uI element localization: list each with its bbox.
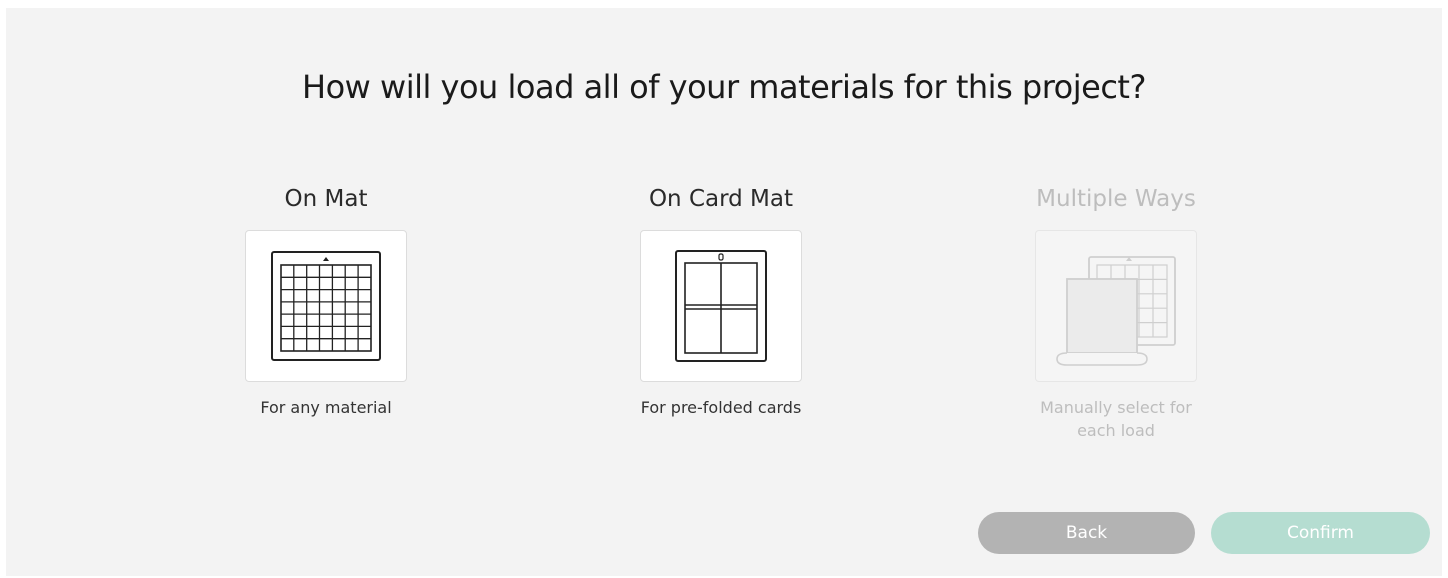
option-description: For any material xyxy=(260,398,392,417)
option-card-multiple-ways xyxy=(1035,230,1197,382)
dialog-title: How will you load all of your materials … xyxy=(302,68,1146,106)
confirm-button[interactable]: Confirm xyxy=(1211,512,1430,554)
option-multiple-ways: Multiple Ways Manually select for each l… xyxy=(966,183,1266,442)
option-description: Manually select for each load xyxy=(1040,398,1192,440)
option-title: Multiple Ways xyxy=(1036,186,1196,212)
cutting-mat-icon xyxy=(271,251,381,361)
option-on-card-mat[interactable]: On Card Mat For pre-folded cards xyxy=(571,183,871,419)
option-description: For pre-folded cards xyxy=(640,398,802,417)
option-card-on-card-mat[interactable] xyxy=(640,230,802,382)
option-title: On Card Mat xyxy=(648,186,794,212)
multiple-ways-icon xyxy=(1056,256,1176,366)
load-materials-dialog: How will you load all of your materials … xyxy=(6,8,1442,576)
card-mat-icon xyxy=(675,250,767,362)
option-card-on-mat[interactable] xyxy=(245,230,407,382)
option-title: On Mat xyxy=(284,186,368,212)
back-button[interactable]: Back xyxy=(978,512,1195,554)
option-on-mat[interactable]: On Mat For any material xyxy=(176,183,476,419)
